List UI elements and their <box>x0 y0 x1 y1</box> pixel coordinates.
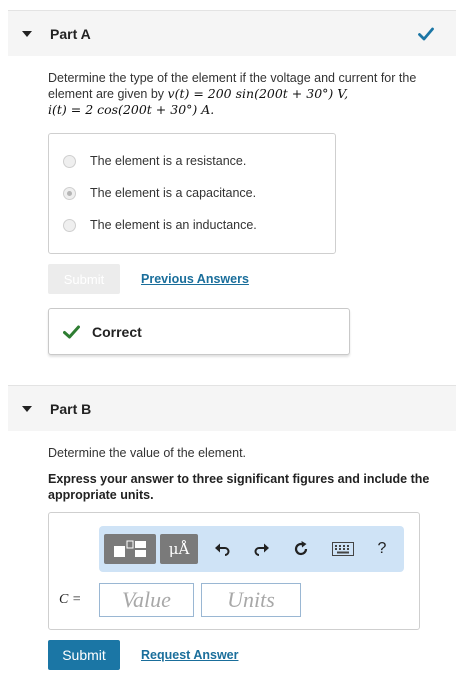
answer-entry-box: μÅ ? C = Value Units <box>48 512 420 630</box>
radio-button-selected[interactable] <box>63 186 76 200</box>
choice-resistance[interactable]: The element is a resistance. <box>63 151 246 171</box>
part-b-question: Determine the value of the element. <box>48 446 247 460</box>
voltage-expression: v(t) = 200 sin(200t + 30°) V, <box>167 86 349 101</box>
feedback-box: Correct <box>48 308 350 355</box>
part-a-header[interactable]: Part A <box>8 10 456 56</box>
undo-icon[interactable] <box>211 538 233 560</box>
current-expression: i(t) = 2 cos(200t + 30°) A. <box>48 102 215 117</box>
radio-button[interactable] <box>63 218 76 232</box>
units-button[interactable]: μÅ <box>160 534 198 564</box>
checkmark-icon <box>418 27 434 41</box>
redo-icon[interactable] <box>251 538 273 560</box>
part-b-instruction: Express your answer to three significant… <box>48 472 430 502</box>
collapse-caret-icon <box>22 31 32 37</box>
part-a-question: Determine the type of the element if the… <box>48 71 417 117</box>
reset-icon[interactable] <box>290 538 312 560</box>
templates-button[interactable] <box>104 534 156 564</box>
part-b-submit-button[interactable]: Submit <box>48 640 120 670</box>
collapse-caret-icon <box>22 406 32 412</box>
part-b-title: Part B <box>50 401 92 417</box>
choice-label: The element is a capacitance. <box>90 186 257 200</box>
value-input[interactable]: Value <box>99 583 194 617</box>
feedback-label: Correct <box>92 324 142 340</box>
keyboard-icon[interactable] <box>330 538 356 560</box>
correct-check-icon <box>63 325 80 339</box>
variable-label: C = <box>59 592 82 607</box>
choice-capacitance[interactable]: The element is a capacitance. <box>63 183 256 203</box>
answer-choices: The element is a resistance. The element… <box>48 133 336 254</box>
choice-label: The element is a resistance. <box>90 154 247 168</box>
units-input[interactable]: Units <box>201 583 301 617</box>
part-a-title: Part A <box>50 26 91 42</box>
previous-answers-link[interactable]: Previous Answers <box>141 272 249 286</box>
choice-inductance[interactable]: The element is an inductance. <box>63 215 257 235</box>
part-b-header[interactable]: Part B <box>8 385 456 431</box>
radio-button[interactable] <box>63 154 76 168</box>
part-a-submit-button[interactable]: Submit <box>48 264 120 294</box>
templates-icon <box>114 540 146 557</box>
help-icon[interactable]: ? <box>371 538 393 560</box>
choice-label: The element is an inductance. <box>90 218 257 232</box>
request-answer-link[interactable]: Request Answer <box>141 648 238 662</box>
math-toolbar: μÅ ? <box>99 526 404 572</box>
